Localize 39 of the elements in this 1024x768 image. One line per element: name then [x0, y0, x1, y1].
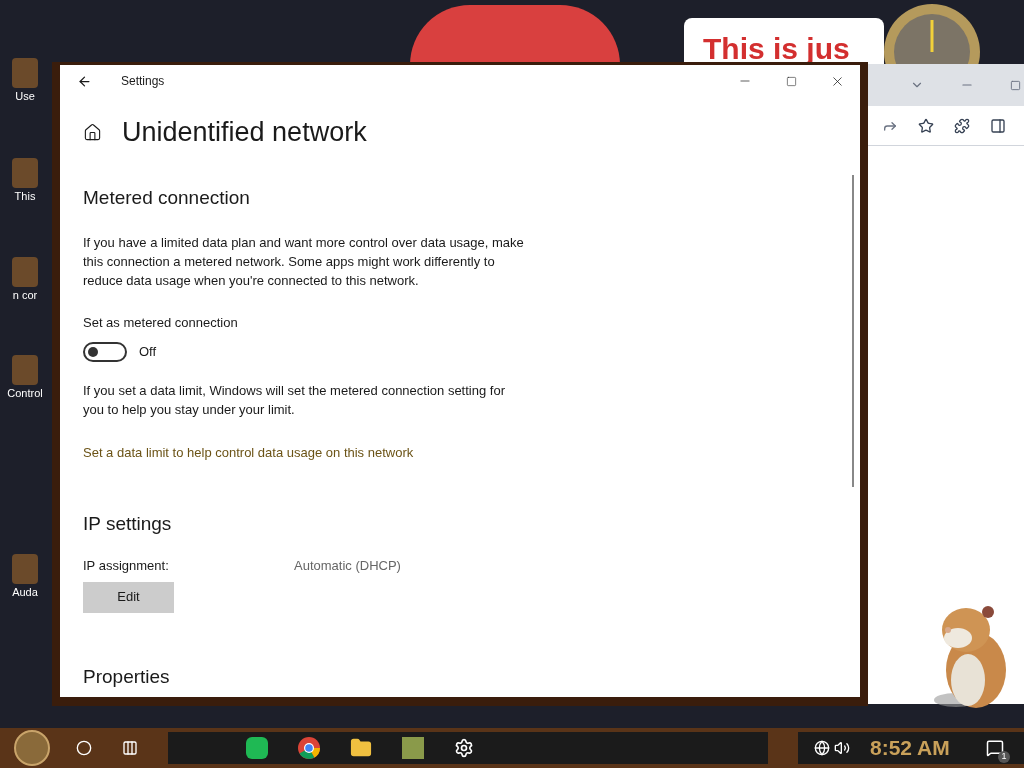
notification-badge: 1 — [998, 751, 1010, 763]
field-label: IP assignment: — [83, 557, 170, 575]
page-title: Unidentified network — [122, 119, 367, 146]
back-icon — [76, 73, 92, 89]
section-heading: Properties — [83, 664, 171, 689]
notification-icon[interactable] — [986, 739, 1004, 757]
folder-icon[interactable] — [350, 737, 372, 759]
data-limit-link[interactable]: Set a data limit to help control data usage on this network — [83, 443, 846, 463]
banner-text: This is jus — [703, 34, 850, 64]
clock-text[interactable]: 8:52 AM — [870, 732, 950, 764]
star-icon[interactable] — [918, 117, 934, 134]
description-text: If you have a limited data plan and want more control over data usage, make this connection a metered network. Some apps might work differently to reduce data usage when you're connected to this network. — [83, 233, 525, 290]
window-title: Settings — [121, 73, 165, 90]
settings-icon[interactable] — [454, 738, 474, 758]
volume-icon[interactable] — [834, 740, 850, 756]
side-panel-icon[interactable] — [990, 117, 1006, 134]
maximize-icon — [785, 75, 797, 87]
puzzle-icon[interactable] — [954, 117, 970, 134]
notes-app-icon[interactable] — [246, 737, 268, 759]
metered-toggle[interactable] — [83, 342, 127, 362]
icon-label: This — [14, 189, 36, 204]
field-value: Automatic (DHCP) — [294, 557, 401, 575]
start-button[interactable] — [14, 730, 50, 766]
icon-label: n cor — [12, 288, 38, 303]
maximize-icon[interactable] — [1010, 79, 1021, 91]
icon-label: Control — [7, 386, 43, 401]
edit-button[interactable]: Edit — [83, 581, 174, 613]
chrome-icon[interactable] — [298, 737, 320, 759]
section-heading: IP settings — [83, 511, 173, 536]
network-icon[interactable] — [814, 740, 830, 756]
section-heading: Metered connection — [83, 186, 251, 210]
search-icon[interactable] — [76, 740, 92, 756]
icon-label: Auda — [12, 585, 38, 600]
icon-label: Use — [15, 89, 35, 104]
toggle-state: Off — [139, 343, 157, 362]
home-icon[interactable] — [83, 123, 102, 142]
task-view-icon[interactable] — [122, 740, 138, 756]
toggle-label: Set as metered connection — [83, 313, 239, 332]
note-text: If you set a data limit, Windows will set the metered connection setting for you to help you stay under your limit. — [83, 382, 506, 419]
